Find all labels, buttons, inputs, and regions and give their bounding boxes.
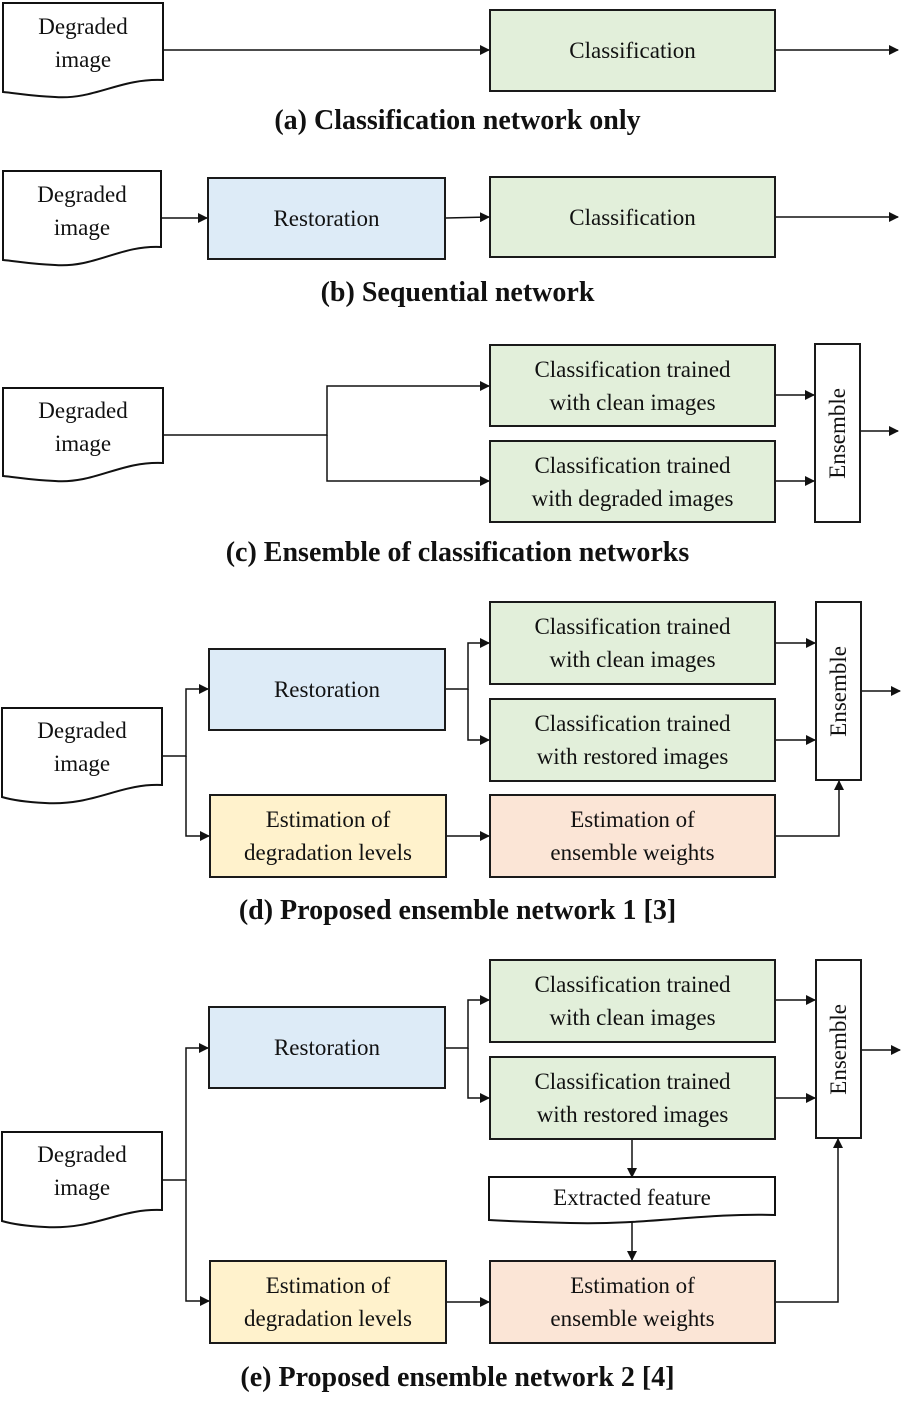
degraded-image-input-b: Degraded image [37,182,127,240]
classification-box-a: Classification [489,9,776,92]
caption-a: (a) Classification network only [274,105,641,136]
degradation-estimation-box-e: Estimation of degradation levels [209,1260,447,1344]
classification-restored-box-d: Classification trained with restored ima… [489,698,776,782]
caption-b: (b) Sequential network [320,277,595,308]
ensemble-weights-box-e: Estimation of ensemble weights [489,1260,776,1344]
ensemble-weights-box-d: Estimation of ensemble weights [489,794,776,878]
caption-d: (d) Proposed ensemble network 1 [3] [238,895,677,926]
degraded-image-input-a: Degraded image [38,14,128,72]
classification-restored-box-e: Classification trained with restored ima… [489,1056,776,1140]
ensemble-label-e: Ensemble [826,1003,851,1095]
restoration-box-d: Restoration [208,648,446,731]
ensemble-box-d: Ensemble [815,601,862,781]
classification-box-b: Classification [489,176,776,258]
classification-degraded-box-c: Classification trained with degraded ima… [489,440,776,523]
ensemble-label-c: Ensemble [825,387,850,479]
restoration-box-b: Restoration [207,177,446,260]
classification-clean-box-d: Classification trained with clean images [489,601,776,685]
extracted-feature-label: Extracted feature [553,1185,711,1210]
classification-clean-box-c: Classification trained with clean images [489,344,776,427]
restoration-box-e: Restoration [208,1006,446,1089]
degraded-image-input-c: Degraded image [38,398,128,456]
caption-e: (e) Proposed ensemble network 2 [4] [240,1362,675,1393]
degradation-estimation-box-d: Estimation of degradation levels [209,794,447,878]
ensemble-box-c: Ensemble [814,343,861,523]
caption-c: (c) Ensemble of classification networks [225,537,690,568]
classification-clean-box-e: Classification trained with clean images [489,959,776,1043]
degraded-image-input-d: Degraded image [37,718,127,776]
ensemble-label-d: Ensemble [826,645,851,737]
degraded-image-input-e: Degraded image [37,1142,127,1200]
ensemble-box-e: Ensemble [815,959,862,1139]
